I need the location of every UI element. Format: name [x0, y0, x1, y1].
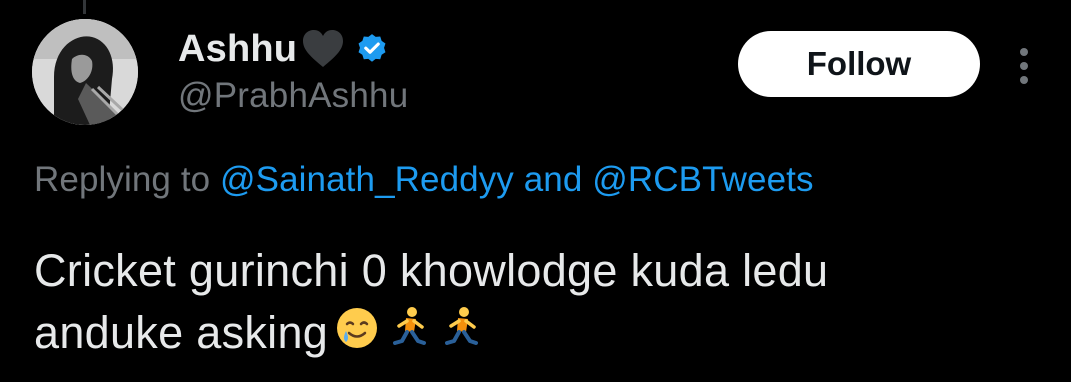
replying-joiner: and: [523, 160, 583, 199]
replying-to-row: Replying to @Sainath_Reddyy and @RCBTwee…: [34, 160, 814, 200]
avatar-image: [32, 19, 138, 125]
smiling-face-with-tear-icon: [334, 305, 380, 367]
author-name-row[interactable]: Ashhu: [178, 24, 389, 74]
tweet-text-line-2-text: anduke asking: [34, 307, 329, 358]
tweet-text: Cricket gurinchi 0 khowlodge kuda ledu a…: [34, 240, 1034, 367]
person-running-icon: [386, 305, 432, 367]
tweet-text-line-1: Cricket gurinchi 0 khowlodge kuda ledu: [34, 245, 829, 296]
person-running-icon: [438, 305, 484, 367]
avatar[interactable]: [32, 19, 138, 125]
mention-link-rcbtweets[interactable]: @RCBTweets: [592, 160, 813, 199]
mention-link-sainath[interactable]: @Sainath_Reddyy: [220, 160, 514, 199]
more-vertical-icon: [1020, 48, 1028, 84]
author-display-name[interactable]: Ashhu: [178, 28, 297, 71]
more-options-button[interactable]: [1006, 40, 1042, 92]
replying-to-label: Replying to: [34, 160, 211, 199]
author-handle[interactable]: @PrabhAshhu: [178, 76, 408, 116]
follow-button[interactable]: Follow: [738, 31, 980, 97]
verified-badge-icon[interactable]: [355, 32, 389, 66]
black-heart-icon: [301, 29, 345, 69]
tweet-text-line-2: anduke asking: [34, 302, 1034, 367]
thread-connector-line: [83, 0, 86, 14]
